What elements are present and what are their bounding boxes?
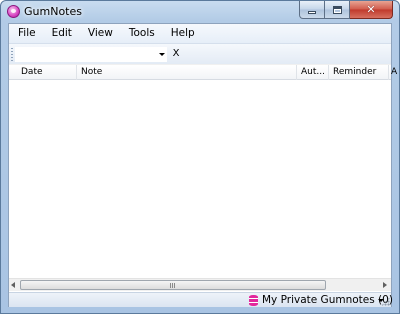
- close-button[interactable]: ✕: [350, 1, 393, 19]
- app-window: GumNotes ✕ File Edit View Tools Help X D…: [0, 0, 400, 314]
- column-reminder[interactable]: Reminder: [329, 65, 389, 80]
- database-selector[interactable]: My Private Gumnotes (0): [262, 294, 393, 307]
- menu-edit[interactable]: Edit: [44, 24, 80, 43]
- maximize-icon: [332, 5, 342, 14]
- menu-bar: File Edit View Tools Help: [9, 24, 391, 43]
- window-title: GumNotes: [24, 5, 82, 18]
- menu-help[interactable]: Help: [163, 24, 203, 43]
- column-date[interactable]: Date: [17, 65, 77, 80]
- column-note[interactable]: Note: [77, 65, 297, 80]
- close-icon: ✕: [366, 3, 376, 16]
- search-toolbar: X: [9, 43, 391, 64]
- window-controls: ✕: [299, 1, 393, 19]
- search-combo[interactable]: [15, 47, 167, 62]
- status-bar: My Private Gumnotes (0): [9, 292, 393, 307]
- scroll-right-icon[interactable]: [383, 282, 387, 288]
- scroll-thumb[interactable]: [20, 280, 326, 290]
- menu-view[interactable]: View: [80, 24, 121, 43]
- column-author[interactable]: Aut...: [297, 65, 329, 80]
- toolbar-grip-icon[interactable]: [11, 48, 13, 61]
- menu-file[interactable]: File: [9, 24, 44, 43]
- dropdown-arrow-icon[interactable]: [159, 53, 165, 56]
- database-icon: [249, 295, 258, 306]
- search-input[interactable]: [18, 49, 156, 61]
- app-icon[interactable]: [7, 5, 20, 18]
- database-dropdown-icon[interactable]: [378, 299, 384, 302]
- horizontal-scrollbar[interactable]: [9, 278, 391, 291]
- maximize-button[interactable]: [325, 1, 350, 19]
- client-area: File Edit View Tools Help X Date Note Au…: [8, 23, 397, 307]
- column-header: Date Note Aut... Reminder A: [9, 65, 397, 80]
- title-bar[interactable]: GumNotes ✕: [1, 1, 399, 23]
- scroll-left-icon[interactable]: [11, 282, 15, 288]
- minimize-icon: [308, 11, 316, 14]
- thumb-grip-icon: [170, 283, 176, 288]
- column-truncated[interactable]: A: [389, 65, 399, 80]
- menu-tools[interactable]: Tools: [121, 24, 163, 43]
- clear-search-button[interactable]: X: [171, 47, 181, 61]
- minimize-button[interactable]: [299, 1, 325, 19]
- notes-list[interactable]: Date Note Aut... Reminder A: [9, 65, 397, 295]
